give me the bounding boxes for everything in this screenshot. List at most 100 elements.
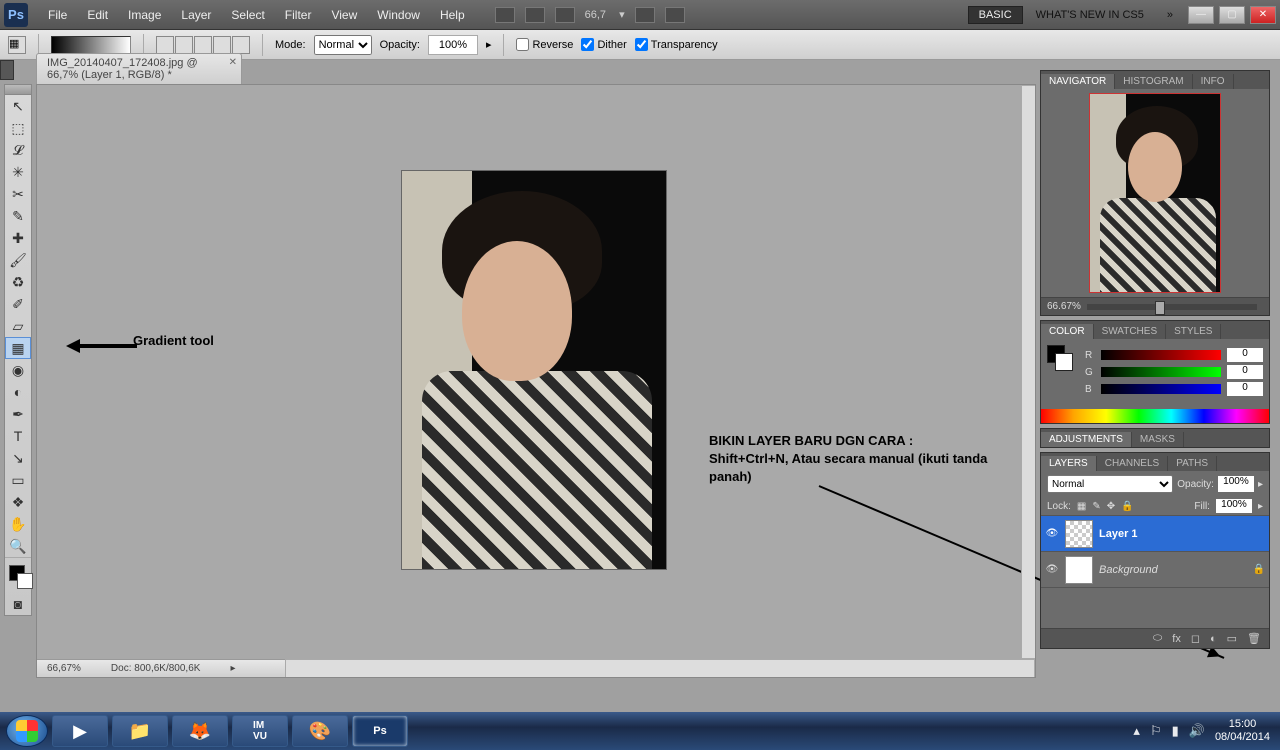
screen-mode-icon[interactable]: [665, 7, 685, 23]
tool-pen[interactable]: ✒: [5, 403, 31, 425]
taskbar-paint[interactable]: 🎨: [292, 715, 348, 747]
tool-eraser[interactable]: ▱: [5, 315, 31, 337]
spectrum-ramp[interactable]: [1041, 409, 1269, 423]
lock-all-icon[interactable]: 🔒: [1121, 501, 1133, 512]
tool-hand[interactable]: ✋: [5, 513, 31, 535]
visibility-icon[interactable]: 👁: [1045, 528, 1059, 539]
tool-shape[interactable]: ▭: [5, 469, 31, 491]
transparency-checkbox[interactable]: Transparency: [635, 38, 718, 51]
status-zoom[interactable]: 66,67%: [47, 663, 81, 674]
g-value[interactable]: 0: [1227, 365, 1263, 379]
layer-opacity-field[interactable]: 100%: [1218, 476, 1254, 492]
panel-collapse-strip[interactable]: [0, 60, 14, 80]
tab-styles[interactable]: STYLES: [1166, 324, 1221, 339]
layer-blend-select[interactable]: Normal: [1047, 475, 1173, 493]
opacity-field[interactable]: 100%: [428, 35, 478, 55]
tab-adjustments[interactable]: ADJUSTMENTS: [1041, 432, 1132, 447]
r-value[interactable]: 0: [1227, 348, 1263, 362]
tool-path[interactable]: ↘: [5, 447, 31, 469]
menu-select[interactable]: Select: [221, 8, 274, 22]
tab-channels[interactable]: CHANNELS: [1097, 456, 1168, 471]
tool-stamp[interactable]: ♻: [5, 271, 31, 293]
layer-row[interactable]: 👁Layer 1: [1041, 516, 1269, 552]
r-slider[interactable]: [1101, 350, 1221, 360]
adjustment-layer-icon[interactable]: ◐: [1210, 633, 1217, 645]
layer-mask-icon[interactable]: ◻: [1191, 632, 1200, 645]
tool-preset-icon[interactable]: ▦: [8, 36, 26, 54]
b-value[interactable]: 0: [1227, 382, 1263, 396]
tool-blur[interactable]: ◉: [5, 359, 31, 381]
g-slider[interactable]: [1101, 367, 1221, 377]
navigator-zoom-slider[interactable]: [1087, 304, 1257, 310]
menu-filter[interactable]: Filter: [275, 8, 322, 22]
layer-fill-flyout-icon[interactable]: ▸: [1258, 501, 1263, 512]
layer-opacity-flyout-icon[interactable]: ▸: [1258, 479, 1263, 490]
menu-edit[interactable]: Edit: [77, 8, 118, 22]
tool-dodge[interactable]: ◐: [5, 381, 31, 403]
tab-paths[interactable]: PATHS: [1168, 456, 1217, 471]
tab-swatches[interactable]: SWATCHES: [1094, 324, 1167, 339]
start-button[interactable]: [6, 715, 48, 747]
lock-position-icon[interactable]: ✥: [1107, 501, 1115, 512]
tab-layers[interactable]: LAYERS: [1041, 456, 1097, 471]
layer-thumbnail[interactable]: [1065, 556, 1093, 584]
layer-row[interactable]: 👁Background🔒: [1041, 552, 1269, 588]
taskbar-firefox[interactable]: 🦊: [172, 715, 228, 747]
tab-histogram[interactable]: HISTOGRAM: [1115, 74, 1192, 89]
window-maximize-button[interactable]: ▢: [1219, 6, 1245, 24]
tool-brush[interactable]: 🖌: [5, 249, 31, 271]
whats-new-button[interactable]: WHAT'S NEW IN CS5: [1026, 9, 1154, 21]
tray-up-icon[interactable]: ▴: [1133, 723, 1140, 739]
gradient-radial-icon[interactable]: [175, 36, 193, 54]
horizontal-scrollbar[interactable]: [285, 659, 1035, 677]
toolbox-grip[interactable]: [5, 85, 31, 95]
gradient-linear-icon[interactable]: [156, 36, 174, 54]
taskbar-explorer[interactable]: 📁: [112, 715, 168, 747]
tool-type[interactable]: T: [5, 425, 31, 447]
tab-masks[interactable]: MASKS: [1132, 432, 1184, 447]
tool-crop[interactable]: ✂: [5, 183, 31, 205]
tab-info[interactable]: INFO: [1193, 74, 1234, 89]
new-layer-icon[interactable]: ▭: [1227, 632, 1237, 645]
menu-file[interactable]: File: [38, 8, 77, 22]
tool-3d[interactable]: ❖: [5, 491, 31, 513]
visibility-icon[interactable]: 👁: [1045, 564, 1059, 575]
launch-bridge-icon[interactable]: [495, 7, 515, 23]
vertical-scrollbar[interactable]: [1021, 85, 1035, 659]
blend-mode-select[interactable]: Normal: [314, 35, 372, 55]
gradient-reflected-icon[interactable]: [213, 36, 231, 54]
gradient-diamond-icon[interactable]: [232, 36, 250, 54]
menu-view[interactable]: View: [321, 8, 367, 22]
opacity-flyout-icon[interactable]: ▸: [486, 38, 492, 51]
link-layers-icon[interactable]: ⬭: [1153, 632, 1162, 645]
more-workspaces-icon[interactable]: »: [1157, 9, 1183, 21]
layer-fill-field[interactable]: 100%: [1216, 499, 1252, 513]
tray-volume-icon[interactable]: 🔊: [1189, 723, 1205, 739]
tool-wand[interactable]: ✳: [5, 161, 31, 183]
tool-lasso[interactable]: 𝓛: [5, 139, 31, 161]
document-tab[interactable]: IMG_20140407_172408.jpg @ 66,7% (Layer 1…: [36, 53, 242, 84]
tool-zoom[interactable]: 🔍: [5, 535, 31, 557]
menu-help[interactable]: Help: [430, 8, 475, 22]
reverse-checkbox[interactable]: Reverse: [516, 38, 573, 51]
taskbar-mediaplayer[interactable]: ▶: [52, 715, 108, 747]
layer-fx-icon[interactable]: fx: [1172, 633, 1181, 645]
tool-history[interactable]: ✐: [5, 293, 31, 315]
navigator-zoom[interactable]: 66.67%: [1047, 301, 1081, 312]
menu-image[interactable]: Image: [118, 8, 171, 22]
view-extras-icon[interactable]: [555, 7, 575, 23]
color-panel-swatch[interactable]: [1047, 345, 1073, 371]
lock-transparent-icon[interactable]: ▦: [1077, 501, 1086, 512]
arrange-docs-icon[interactable]: [635, 7, 655, 23]
taskbar-imvu[interactable]: IMVU: [232, 715, 288, 747]
workspace-basic-button[interactable]: BASIC: [968, 6, 1023, 24]
navigator-thumbnail[interactable]: [1089, 93, 1221, 293]
window-minimize-button[interactable]: —: [1188, 6, 1214, 24]
tab-navigator[interactable]: NAVIGATOR: [1041, 74, 1115, 89]
tool-heal[interactable]: ✚: [5, 227, 31, 249]
gradient-preview[interactable]: [51, 36, 131, 54]
tool-eyedrop[interactable]: ✎: [5, 205, 31, 227]
dither-checkbox[interactable]: Dither: [581, 38, 626, 51]
canvas-image[interactable]: [401, 170, 667, 570]
tool-gradient[interactable]: ▦: [5, 337, 31, 359]
